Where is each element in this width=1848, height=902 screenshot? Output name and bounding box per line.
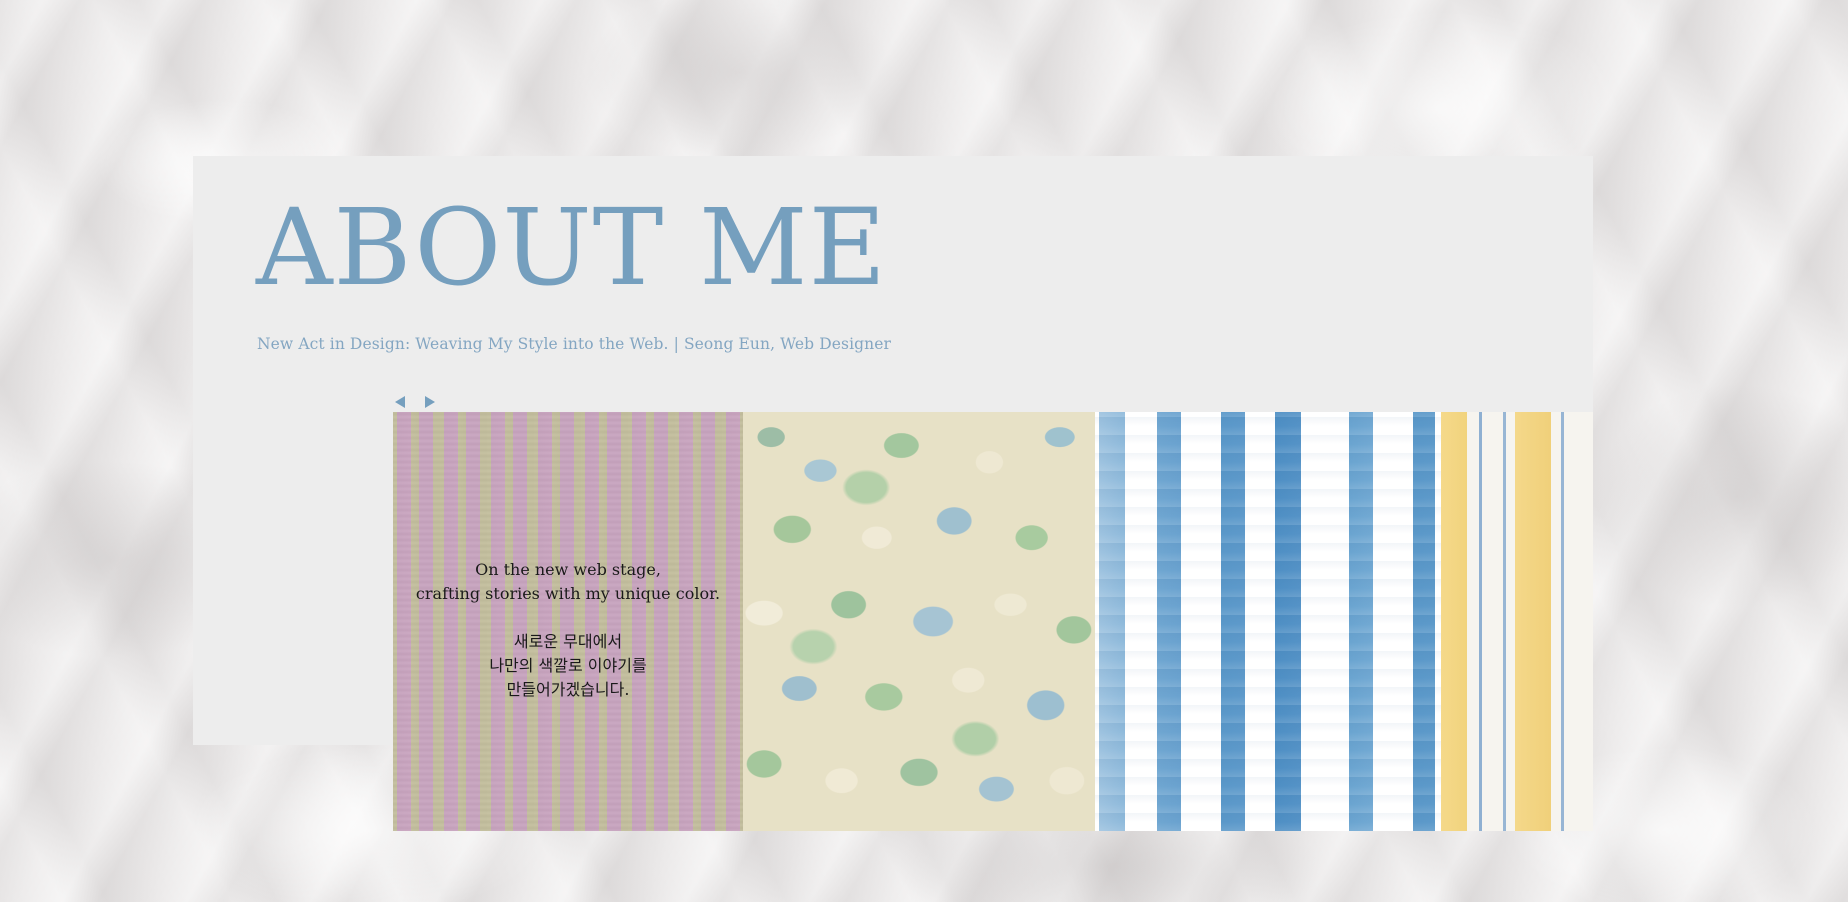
gallery-tile-paint-dabs[interactable] bbox=[743, 412, 1095, 831]
triangle-right-icon bbox=[425, 396, 435, 408]
slider-nav bbox=[393, 393, 437, 411]
intro-en-line: On the new web stage, bbox=[475, 560, 661, 579]
intro-ko-line: 새로운 무대에서 bbox=[513, 632, 623, 651]
gallery-tile-blue-stripes[interactable] bbox=[1095, 412, 1441, 831]
intro-text: On the new web stage, crafting stories w… bbox=[393, 558, 743, 702]
intro-en-line: crafting stories with my unique color. bbox=[415, 584, 721, 603]
intro-ko-line: 만들어가겠습니다. bbox=[506, 680, 630, 699]
gallery-tile-pink-stripes[interactable]: On the new web stage, crafting stories w… bbox=[393, 412, 743, 831]
gallery-tile-yellow-stripes[interactable] bbox=[1441, 412, 1593, 831]
slider-next-button[interactable] bbox=[423, 393, 437, 411]
page-subtitle: New Act in Design: Weaving My Style into… bbox=[257, 335, 892, 353]
intro-ko-line: 나만의 색깔로 이야기를 bbox=[489, 656, 647, 675]
page-title: ABOUT ME bbox=[256, 186, 887, 309]
triangle-left-icon bbox=[395, 396, 405, 408]
pattern-gallery: On the new web stage, crafting stories w… bbox=[393, 412, 1593, 831]
slider-prev-button[interactable] bbox=[393, 393, 407, 411]
